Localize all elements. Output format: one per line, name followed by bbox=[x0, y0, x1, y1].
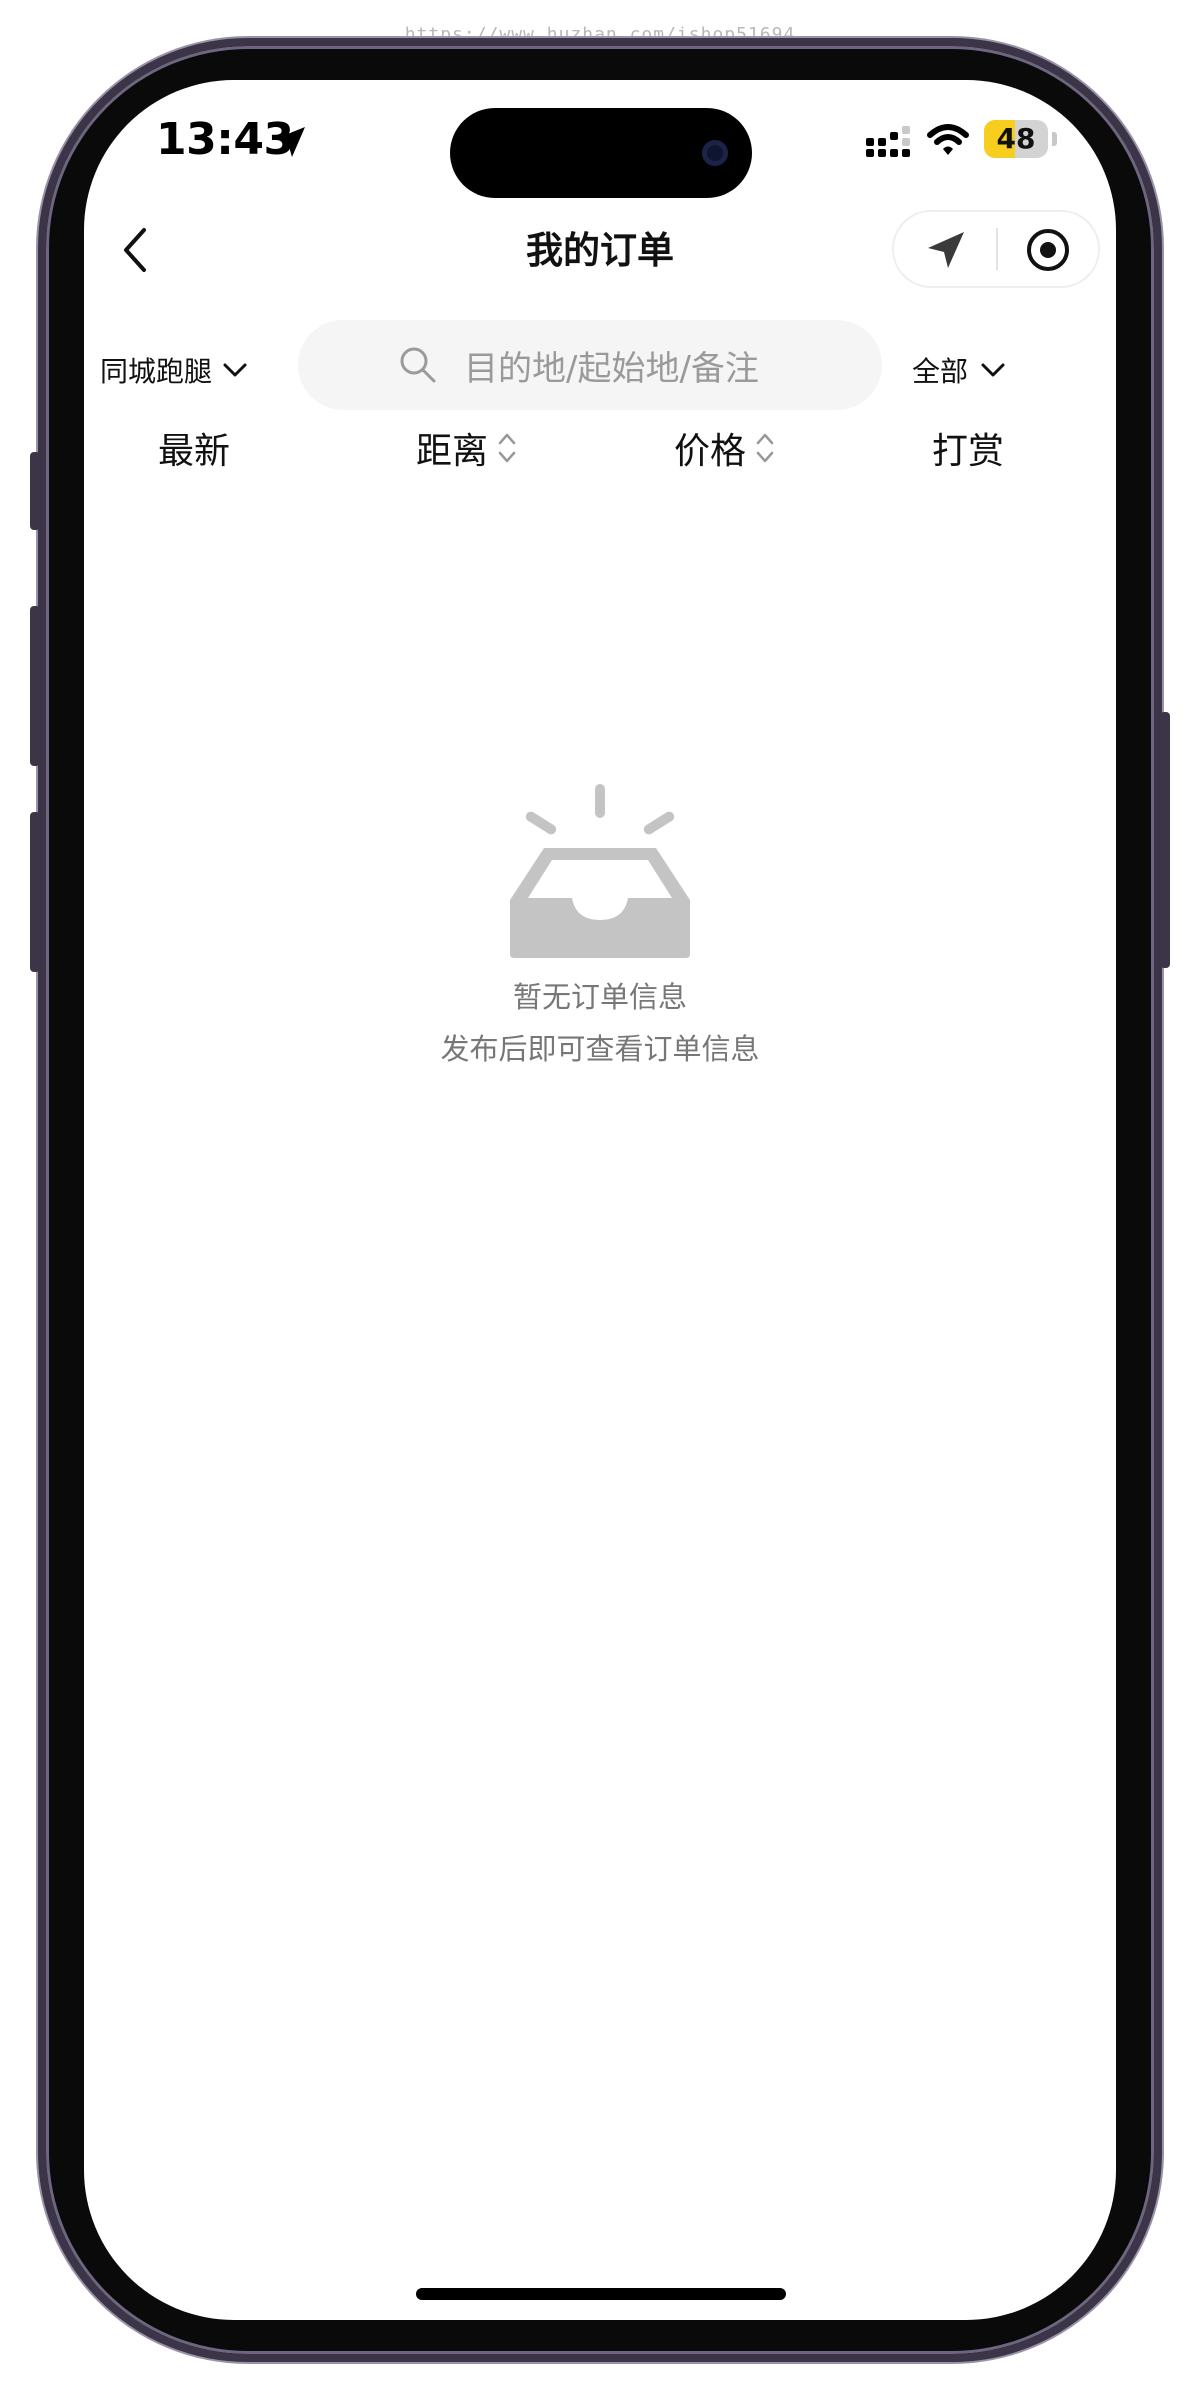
sort-tab-label: 最新 bbox=[158, 431, 231, 472]
sort-tab-latest[interactable]: 最新 bbox=[158, 422, 230, 474]
home-indicator[interactable] bbox=[416, 2288, 786, 2300]
volume-up-button bbox=[30, 606, 40, 766]
volume-down-button bbox=[30, 812, 40, 972]
chevron-down-icon bbox=[223, 363, 247, 377]
sort-tab-label: 打赏 bbox=[932, 431, 1005, 472]
battery-icon: 48 bbox=[984, 120, 1048, 158]
sort-toggle-icon bbox=[756, 433, 774, 463]
signal-icon bbox=[866, 126, 910, 157]
sort-tab-tip[interactable]: 打赏 bbox=[932, 422, 1004, 474]
sort-tab-distance[interactable]: 距离 bbox=[416, 422, 518, 474]
status-dropdown[interactable]: 全部 bbox=[912, 350, 1006, 390]
battery-percent: 48 bbox=[996, 122, 1036, 155]
empty-state-subtitle: 发布后即可查看订单信息 bbox=[440, 1032, 760, 1066]
search-input[interactable]: 目的地/起始地/备注 bbox=[298, 320, 882, 410]
capsule-divider bbox=[996, 228, 998, 270]
wifi-icon bbox=[927, 124, 969, 155]
dynamic-island bbox=[450, 108, 752, 198]
camera-icon bbox=[702, 140, 728, 166]
target-icon[interactable] bbox=[1024, 226, 1072, 274]
search-icon bbox=[400, 347, 436, 383]
sort-tab-label: 距离 bbox=[416, 431, 489, 472]
sort-tab-label: 价格 bbox=[674, 431, 747, 472]
location-arrow-icon[interactable] bbox=[924, 228, 968, 272]
sort-toggle-icon bbox=[498, 433, 516, 463]
category-dropdown[interactable]: 同城跑腿 bbox=[100, 350, 248, 390]
app-screen: 13:43 48 我的订单 同城跑腿 目的地/起始地/备注 全部 最新 距离 价… bbox=[84, 80, 1116, 2320]
search-placeholder: 目的地/起始地/备注 bbox=[464, 348, 759, 389]
location-arrow-icon bbox=[275, 127, 305, 157]
empty-state-title: 暂无订单信息 bbox=[512, 980, 687, 1014]
power-button bbox=[1160, 712, 1170, 968]
category-label: 同城跑腿 bbox=[100, 355, 213, 388]
chevron-down-icon bbox=[981, 363, 1005, 377]
battery-tip bbox=[1052, 132, 1057, 146]
action-button bbox=[30, 452, 40, 530]
status-label: 全部 bbox=[912, 355, 969, 388]
empty-inbox-icon bbox=[510, 784, 690, 958]
miniprogram-capsule bbox=[892, 210, 1100, 288]
sort-tab-price[interactable]: 价格 bbox=[674, 422, 776, 474]
